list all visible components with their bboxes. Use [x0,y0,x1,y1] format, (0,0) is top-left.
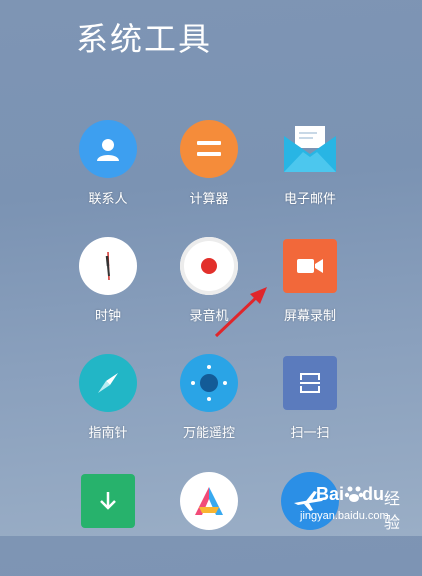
app-download[interactable] [60,472,156,576]
app-screen-recorder[interactable]: 屏幕录制 [262,237,358,341]
app-remote-control[interactable]: 万能遥控 [161,354,257,458]
email-icon [284,126,336,172]
watermark-brand-2: du [362,484,384,504]
app-label: 万能遥控 [182,426,235,441]
folder-title: 系统工具 [76,20,213,58]
app-contacts[interactable]: 联系人 [60,120,156,224]
app-label: 计算器 [189,192,229,207]
watermark-url: jingyan.baidu.com [300,510,389,522]
app-label: 指南针 [88,426,128,441]
app-scanner[interactable]: 扫一扫 [262,354,358,458]
app-compass[interactable]: 指南针 [60,354,156,458]
scanner-icon [283,356,337,410]
watermark-suffix: 经验 [384,491,401,532]
app-label: 时钟 [94,309,121,324]
paw-logo-icon [344,486,364,502]
app-email[interactable]: 电子邮件 [262,120,358,224]
annotation-arrow [214,287,267,338]
app-label: 电子邮件 [283,192,336,207]
watermark-brand: Bai [316,484,345,504]
app-label: 扫一扫 [290,426,330,441]
screen-recorder-icon [283,239,337,293]
app-calculator[interactable]: 计算器 [161,120,257,224]
compass-icon [79,354,137,412]
baidu-watermark: Bai du 经验 jingyan.baidu.com [296,484,414,532]
clock-icon [79,237,137,295]
app-store-icon [180,472,238,530]
app-clock[interactable]: 时钟 [60,237,156,341]
contacts-icon [79,120,137,178]
remote-control-icon [180,354,238,412]
calculator-icon [180,120,238,178]
app-store[interactable] [161,472,257,576]
app-label: 联系人 [88,192,128,207]
app-label: 屏幕录制 [283,309,336,324]
download-icon [81,474,135,528]
